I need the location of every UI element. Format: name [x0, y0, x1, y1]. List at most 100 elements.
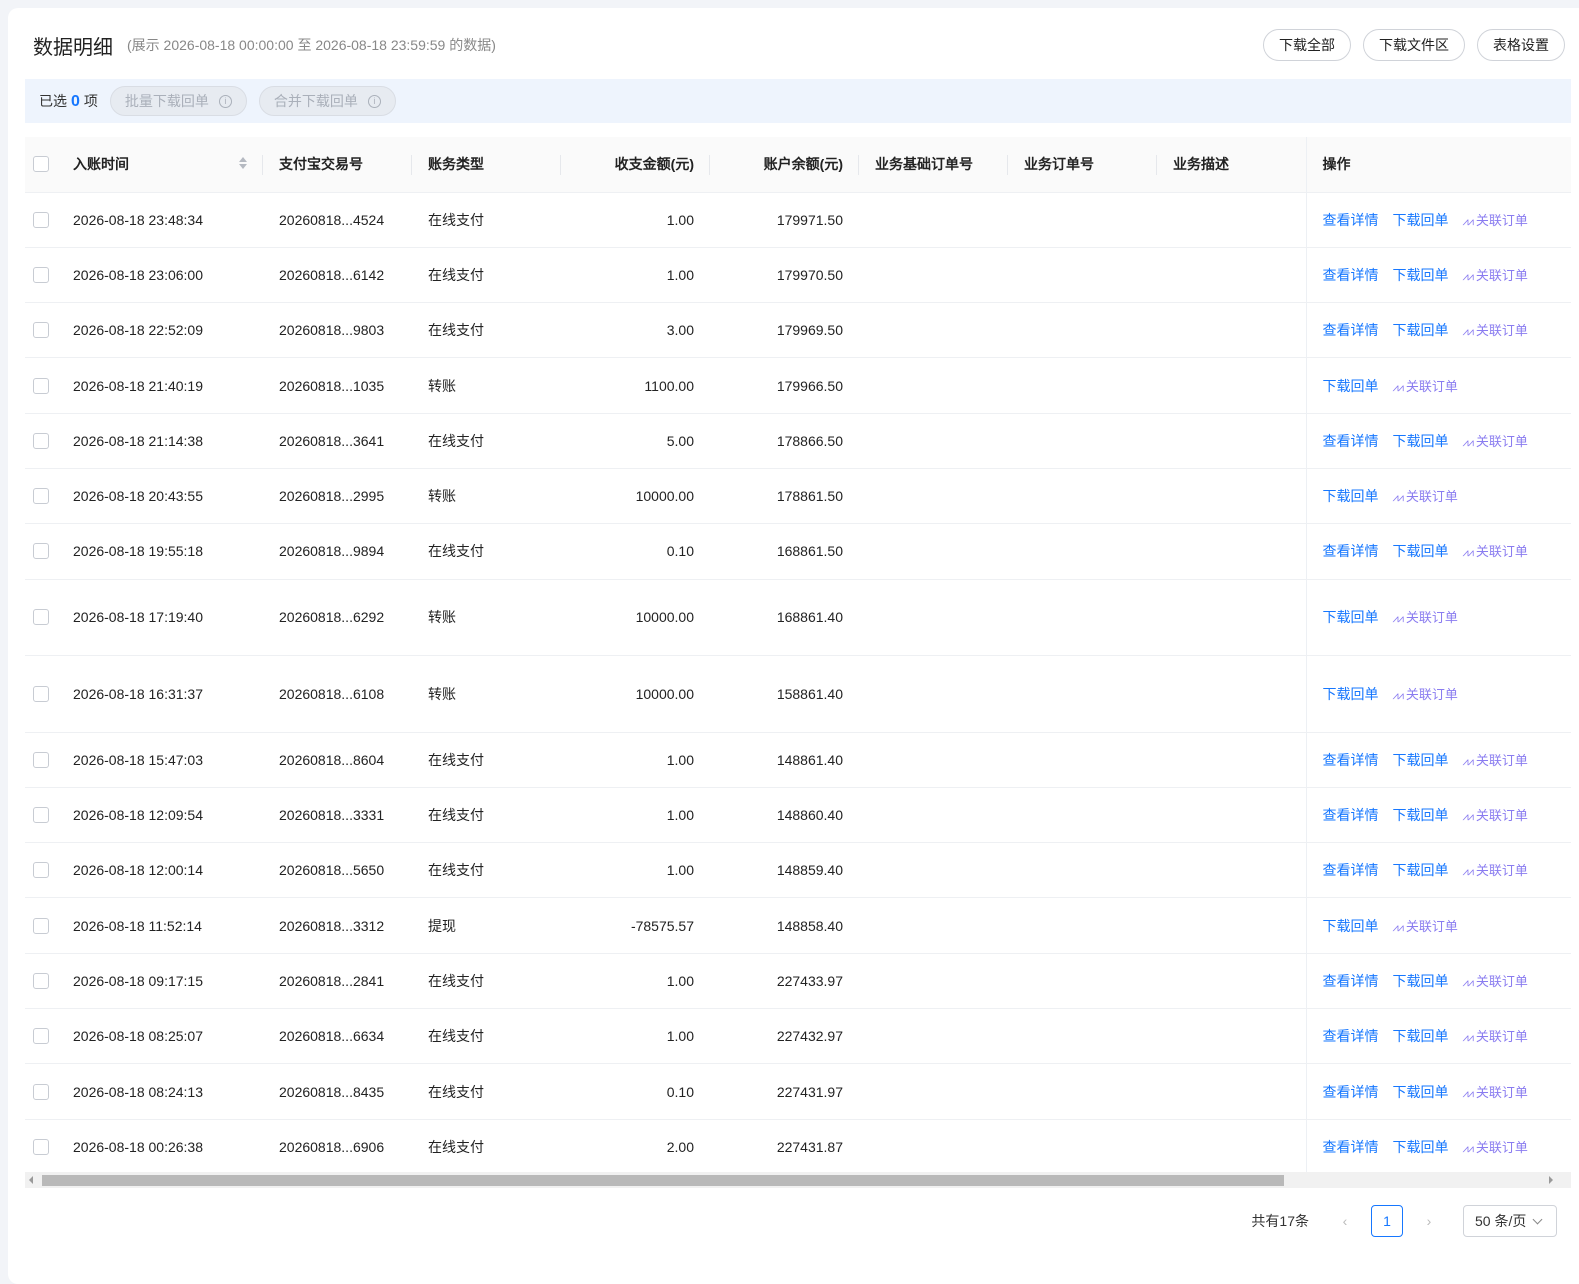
link-order-button[interactable]: ⩘⩘ 关联订单: [1463, 434, 1528, 449]
download-receipt-link[interactable]: 下载回单: [1323, 488, 1379, 504]
download-receipt-link[interactable]: 下载回单: [1393, 433, 1449, 449]
table-row: 2026-08-18 22:52:09 20260818...9803 在线支付 3.…: [25, 302, 1571, 359]
select-all-checkbox[interactable]: [33, 156, 49, 173]
download-receipt-link[interactable]: 下载回单: [1393, 752, 1449, 768]
row-checkbox[interactable]: [33, 488, 49, 505]
view-detail-link[interactable]: 查看详情: [1323, 1084, 1379, 1100]
cell-actions: 下载回单 ⩘⩘ 关联订单: [1305, 357, 1571, 414]
download-receipt-link[interactable]: 下载回单: [1393, 807, 1449, 823]
view-detail-link[interactable]: 查看详情: [1323, 433, 1379, 449]
row-checkbox[interactable]: [33, 685, 49, 702]
view-detail-link[interactable]: 查看详情: [1323, 267, 1379, 283]
download-files-button[interactable]: 下载文件区: [1363, 29, 1465, 61]
row-checkbox[interactable]: [33, 751, 49, 768]
table-row: 2026-08-18 23:06:00 20260818...6142 在线支付 1.…: [25, 247, 1571, 304]
view-detail-link[interactable]: 查看详情: [1323, 862, 1379, 878]
row-checkbox[interactable]: [33, 266, 49, 283]
link-order-button[interactable]: ⩘⩘ 关联订单: [1393, 919, 1458, 934]
scroll-left-arrow[interactable]: [29, 1176, 33, 1184]
download-receipt-link[interactable]: 下载回单: [1323, 378, 1379, 394]
link-order-button[interactable]: ⩘⩘ 关联订单: [1463, 268, 1528, 283]
prev-page-icon[interactable]: ‹: [1333, 1213, 1357, 1229]
horizontal-scrollbar[interactable]: [25, 1172, 1571, 1188]
cell-type: 在线支付: [412, 192, 561, 248]
link-order-button[interactable]: ⩘⩘ 关联订单: [1393, 379, 1458, 394]
row-checkbox[interactable]: [33, 1083, 49, 1100]
batch-download-button[interactable]: 批量下载回单 i: [109, 86, 247, 116]
link-order-button[interactable]: ⩘⩘ 关联订单: [1393, 610, 1458, 625]
row-checkbox[interactable]: [33, 1028, 49, 1045]
row-checkbox[interactable]: [33, 972, 49, 989]
view-detail-link[interactable]: 查看详情: [1323, 322, 1379, 338]
link-order-button[interactable]: ⩘⩘ 关联订单: [1463, 323, 1528, 338]
merge-download-button[interactable]: 合并下载回单 i: [258, 86, 396, 116]
download-receipt-link[interactable]: 下载回单: [1393, 543, 1449, 559]
link-order-button[interactable]: ⩘⩘ 关联订单: [1463, 863, 1528, 878]
row-checkbox[interactable]: [33, 543, 49, 560]
download-receipt-link[interactable]: 下载回单: [1323, 609, 1379, 625]
row-checkbox[interactable]: [33, 211, 49, 228]
cell-actions: 查看详情 下载回单 ⩘⩘ 关联订单: [1305, 1063, 1571, 1120]
cell-trade-no: 20260818...3312: [263, 897, 412, 954]
download-receipt-link[interactable]: 下载回单: [1393, 1139, 1449, 1155]
row-checkbox[interactable]: [33, 1138, 49, 1155]
download-receipt-link[interactable]: 下载回单: [1323, 686, 1379, 702]
row-select-cell: [25, 247, 65, 304]
page-size-select[interactable]: 50 条/页: [1463, 1205, 1557, 1237]
cell-desc: [1157, 523, 1306, 580]
cell-base-order: [859, 842, 1008, 899]
view-detail-link[interactable]: 查看详情: [1323, 807, 1379, 823]
col-amount-label: 收支金额(元): [614, 156, 694, 173]
table-row: 2026-08-18 17:19:40 20260818...6292 转账 1000…: [25, 579, 1571, 657]
cell-balance: 148859.40: [710, 842, 859, 899]
view-detail-link[interactable]: 查看详情: [1323, 1028, 1379, 1044]
download-receipt-link[interactable]: 下载回单: [1323, 918, 1379, 934]
row-checkbox[interactable]: [33, 377, 49, 394]
info-icon[interactable]: i: [218, 94, 232, 108]
link-order-button[interactable]: ⩘⩘ 关联订单: [1393, 489, 1458, 504]
cell-actions: 查看详情 下载回单 ⩘⩘ 关联订单: [1305, 523, 1571, 580]
download-receipt-link[interactable]: 下载回单: [1393, 212, 1449, 228]
view-detail-link[interactable]: 查看详情: [1323, 543, 1379, 559]
download-receipt-link[interactable]: 下载回单: [1393, 322, 1449, 338]
link-order-button[interactable]: ⩘⩘ 关联订单: [1463, 1140, 1528, 1155]
view-detail-link[interactable]: 查看详情: [1323, 212, 1379, 228]
link-order-button[interactable]: ⩘⩘ 关联订单: [1463, 974, 1528, 989]
link-order-button[interactable]: ⩘⩘ 关联订单: [1463, 753, 1528, 768]
download-receipt-link[interactable]: 下载回单: [1393, 1084, 1449, 1100]
row-checkbox[interactable]: [33, 322, 49, 339]
row-checkbox[interactable]: [33, 432, 49, 449]
cell-base-order: [859, 579, 1008, 657]
sort-icon[interactable]: [239, 157, 247, 169]
view-detail-link[interactable]: 查看详情: [1323, 1139, 1379, 1155]
next-page-icon[interactable]: ›: [1417, 1213, 1441, 1229]
download-receipt-link[interactable]: 下载回单: [1393, 1028, 1449, 1044]
info-icon[interactable]: i: [367, 94, 381, 108]
download-receipt-link[interactable]: 下载回单: [1393, 973, 1449, 989]
scrollbar-thumb[interactable]: [42, 1175, 1284, 1186]
cell-time: 2026-08-18 08:24:13: [65, 1063, 263, 1120]
row-checkbox[interactable]: [33, 609, 49, 626]
link-order-button[interactable]: ⩘⩘ 关联订单: [1463, 213, 1528, 228]
download-receipt-link[interactable]: 下载回单: [1393, 862, 1449, 878]
link-order-button[interactable]: ⩘⩘ 关联订单: [1463, 808, 1528, 823]
link-order-button[interactable]: ⩘⩘ 关联订单: [1463, 544, 1528, 559]
scroll-right-arrow[interactable]: [1549, 1176, 1553, 1184]
row-select-cell: [25, 1119, 65, 1175]
table-settings-button[interactable]: 表格设置: [1477, 29, 1565, 61]
cell-order: [1008, 523, 1157, 580]
row-checkbox[interactable]: [33, 807, 49, 824]
link-order-button[interactable]: ⩘⩘ 关联订单: [1463, 1029, 1528, 1044]
row-checkbox[interactable]: [33, 917, 49, 934]
link-order-button[interactable]: ⩘⩘ 关联订单: [1393, 687, 1458, 702]
cell-type: 在线支付: [412, 1063, 561, 1120]
view-detail-link[interactable]: 查看详情: [1323, 973, 1379, 989]
row-select-cell: [25, 302, 65, 359]
row-checkbox[interactable]: [33, 862, 49, 879]
download-all-button[interactable]: 下载全部: [1263, 29, 1351, 61]
view-detail-link[interactable]: 查看详情: [1323, 752, 1379, 768]
col-time[interactable]: 入账时间: [65, 137, 263, 193]
page-1-button[interactable]: 1: [1371, 1205, 1403, 1237]
download-receipt-link[interactable]: 下载回单: [1393, 267, 1449, 283]
link-order-button[interactable]: ⩘⩘ 关联订单: [1463, 1085, 1528, 1100]
